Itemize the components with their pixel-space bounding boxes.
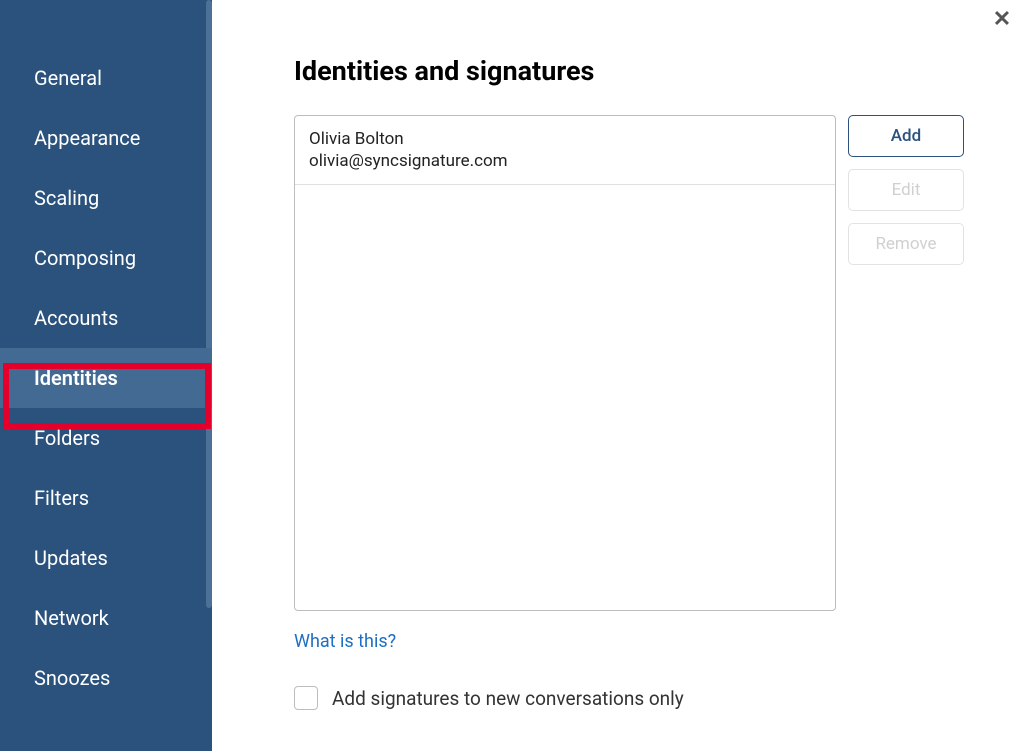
sidebar-item-updates[interactable]: Updates (0, 528, 212, 588)
button-label: Add (891, 126, 921, 146)
sidebar-item-accounts[interactable]: Accounts (0, 288, 212, 348)
remove-button: Remove (848, 223, 964, 265)
sidebar-item-folders[interactable]: Folders (0, 408, 212, 468)
sidebar-item-label: Updates (34, 546, 108, 570)
checkbox-row: Add signatures to new conversations only (294, 686, 964, 710)
sidebar-item-label: Accounts (34, 306, 118, 330)
identities-row: Olivia Bolton olivia@syncsignature.com A… (294, 115, 964, 611)
sidebar-item-label: Network (34, 606, 109, 630)
button-label: Remove (875, 234, 936, 254)
action-button-group: Add Edit Remove (848, 115, 964, 611)
sidebar-item-label: General (34, 66, 102, 90)
sidebar-item-label: Scaling (34, 186, 99, 210)
sidebar-item-label: Filters (34, 486, 89, 510)
sidebar-item-snoozes[interactable]: Snoozes (0, 648, 212, 708)
sidebar-item-scaling[interactable]: Scaling (0, 168, 212, 228)
add-button[interactable]: Add (848, 115, 964, 157)
close-icon[interactable]: ✕ (992, 10, 1012, 30)
sidebar-item-composing[interactable]: Composing (0, 228, 212, 288)
main-content: ✕ Identities and signatures Olivia Bolto… (212, 0, 1024, 751)
sidebar-item-label: Folders (34, 426, 100, 450)
sidebar-item-label: Composing (34, 246, 136, 270)
sidebar-item-network[interactable]: Network (0, 588, 212, 648)
sidebar-item-appearance[interactable]: Appearance (0, 108, 212, 168)
sidebar: General Appearance Scaling Composing Acc… (0, 0, 212, 751)
sidebar-item-general[interactable]: General (0, 48, 212, 108)
sidebar-item-label: Identities (34, 366, 118, 390)
help-link-label: What is this? (294, 631, 396, 652)
sidebar-item-identities[interactable]: Identities (0, 348, 212, 408)
identities-listbox[interactable]: Olivia Bolton olivia@syncsignature.com (294, 115, 836, 611)
sidebar-item-label: Snoozes (34, 666, 110, 690)
signatures-new-only-checkbox[interactable] (294, 686, 318, 710)
checkbox-label: Add signatures to new conversations only (332, 687, 684, 710)
button-label: Edit (892, 180, 921, 200)
settings-window: General Appearance Scaling Composing Acc… (0, 0, 1024, 751)
page-title: Identities and signatures (294, 55, 964, 87)
identity-name: Olivia Bolton (309, 128, 821, 150)
identity-email: olivia@syncsignature.com (309, 150, 821, 172)
help-link[interactable]: What is this? (294, 631, 396, 652)
edit-button: Edit (848, 169, 964, 211)
identity-list-item[interactable]: Olivia Bolton olivia@syncsignature.com (295, 116, 835, 185)
sidebar-item-filters[interactable]: Filters (0, 468, 212, 528)
sidebar-item-label: Appearance (34, 126, 140, 150)
